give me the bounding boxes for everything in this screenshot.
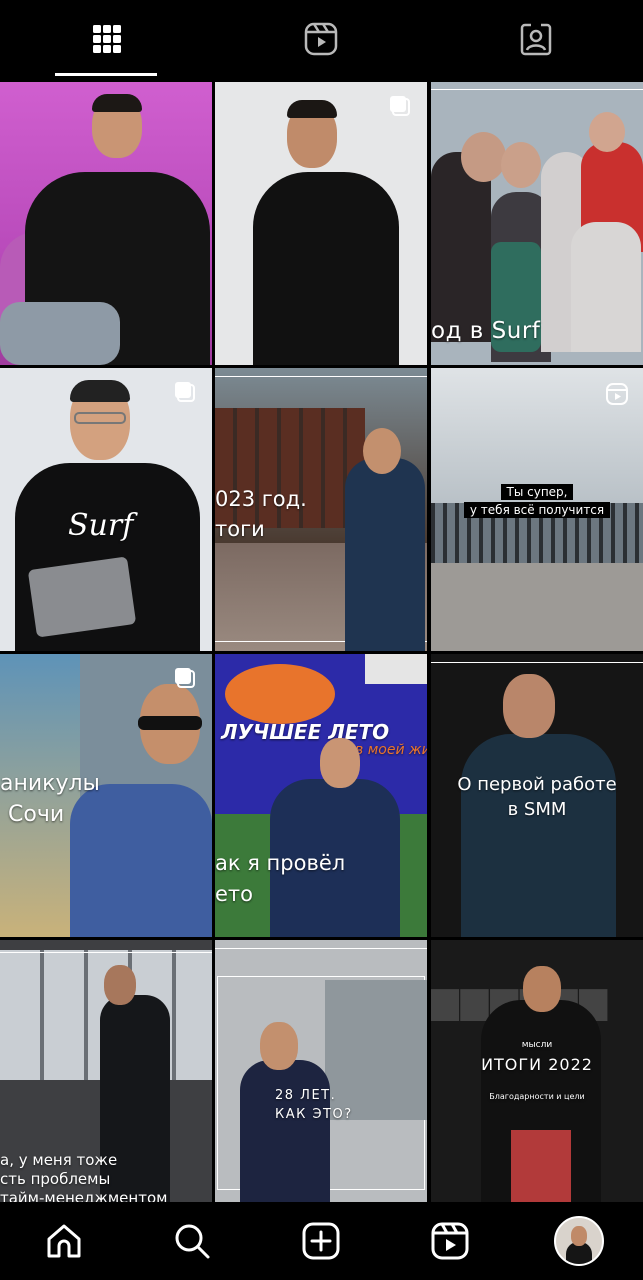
post-caption-line1: а, у меня тоже — [0, 1151, 118, 1169]
post-caption-line1: 28 ЛЕТ. — [275, 1088, 337, 1103]
post-caption-line2: у тебя всё получится — [463, 502, 611, 518]
post-caption-line3: тайм-менеджментом — [0, 1189, 168, 1202]
person-face — [260, 1022, 298, 1070]
add-post-icon — [302, 1222, 340, 1260]
banner-text: ЛУЧШЕЕ ЛЕТО — [221, 720, 390, 744]
search-icon — [175, 1224, 210, 1259]
grid-icon — [93, 25, 121, 53]
person-figure — [461, 734, 616, 937]
post-caption-line2: ето — [215, 882, 254, 906]
post-caption-line2: КАК ЭТО? — [275, 1107, 353, 1122]
reels-icon — [606, 383, 628, 405]
nav-create[interactable] — [257, 1202, 385, 1280]
post-caption-line2: сть проблемы — [0, 1170, 111, 1188]
banner-text-secondary: в моей жи — [355, 742, 427, 758]
nav-home[interactable] — [0, 1202, 128, 1280]
person-face — [104, 965, 136, 1005]
post-tile[interactable] — [215, 82, 427, 365]
post-caption: од в Surf — [431, 318, 541, 344]
post-tile[interactable]: ЛУЧШЕЕ ЛЕТО в моей жи ак я провёл ето — [215, 654, 427, 937]
post-tile[interactable]: О первой работе в SMM — [431, 654, 643, 937]
laptop — [27, 556, 137, 638]
sunglasses — [138, 716, 202, 730]
reels-icon — [431, 1222, 469, 1260]
post-caption-line1: ак я провёл — [215, 851, 346, 875]
active-tab-indicator — [55, 73, 157, 76]
post-tile[interactable]: од в Surf — [431, 82, 643, 365]
profile-avatar — [554, 1216, 604, 1266]
reels-icon — [304, 22, 338, 56]
home-icon — [47, 1224, 81, 1258]
tab-posts-grid[interactable] — [0, 0, 214, 78]
person-figure — [240, 1060, 330, 1202]
post-tile[interactable]: 023 год. тоги — [215, 368, 427, 651]
post-title: ИТОГИ 2022 — [481, 1055, 593, 1074]
profile-tab-bar — [0, 0, 643, 78]
post-tile[interactable]: Surf — [0, 368, 212, 651]
carousel-icon — [175, 382, 195, 402]
person-figure — [70, 784, 212, 937]
post-tile[interactable]: Ты супер, у тебя всё получится — [431, 368, 643, 651]
post-tile[interactable]: аникулы Сочи — [0, 654, 212, 937]
carousel-icon — [175, 668, 195, 688]
person-face — [523, 966, 561, 1012]
nav-profile[interactable] — [515, 1202, 643, 1280]
person-face — [503, 674, 555, 738]
person-figure — [253, 172, 399, 365]
person-figure — [100, 995, 170, 1202]
person-face — [363, 428, 401, 474]
post-caption-line2: тоги — [215, 517, 265, 541]
post-caption-line1: Ты супер, — [500, 484, 574, 500]
shirt-print: Surf — [68, 508, 134, 543]
nav-search[interactable] — [128, 1202, 256, 1280]
post-top-label: мысли — [521, 1040, 553, 1050]
post-caption-line1: 023 год. — [215, 487, 307, 511]
tab-reels[interactable] — [214, 0, 428, 78]
tab-tagged[interactable] — [429, 0, 643, 78]
post-tile[interactable]: а, у меня тоже сть проблемы тайм-менеджм… — [0, 940, 212, 1202]
post-caption-line1: О первой работе — [457, 774, 617, 795]
post-caption-line2: Сочи — [8, 802, 65, 827]
post-caption-line2: в SMM — [507, 799, 567, 820]
post-tile[interactable]: ▆▆▆▆▆▆ мысли ИТОГИ 2022 Благодарности и … — [431, 940, 643, 1202]
post-tile[interactable] — [0, 82, 212, 365]
nav-reels[interactable] — [386, 1202, 514, 1280]
carousel-icon — [390, 96, 410, 116]
post-tile[interactable]: 28 ЛЕТ. КАК ЭТО? — [215, 940, 427, 1202]
bottom-navigation — [0, 1202, 643, 1280]
post-caption-line1: аникулы — [0, 771, 100, 796]
person-face — [320, 738, 360, 788]
person-figure — [345, 458, 425, 651]
tagged-icon — [520, 23, 552, 56]
post-subtitle: Благодарности и цели — [489, 1092, 585, 1101]
